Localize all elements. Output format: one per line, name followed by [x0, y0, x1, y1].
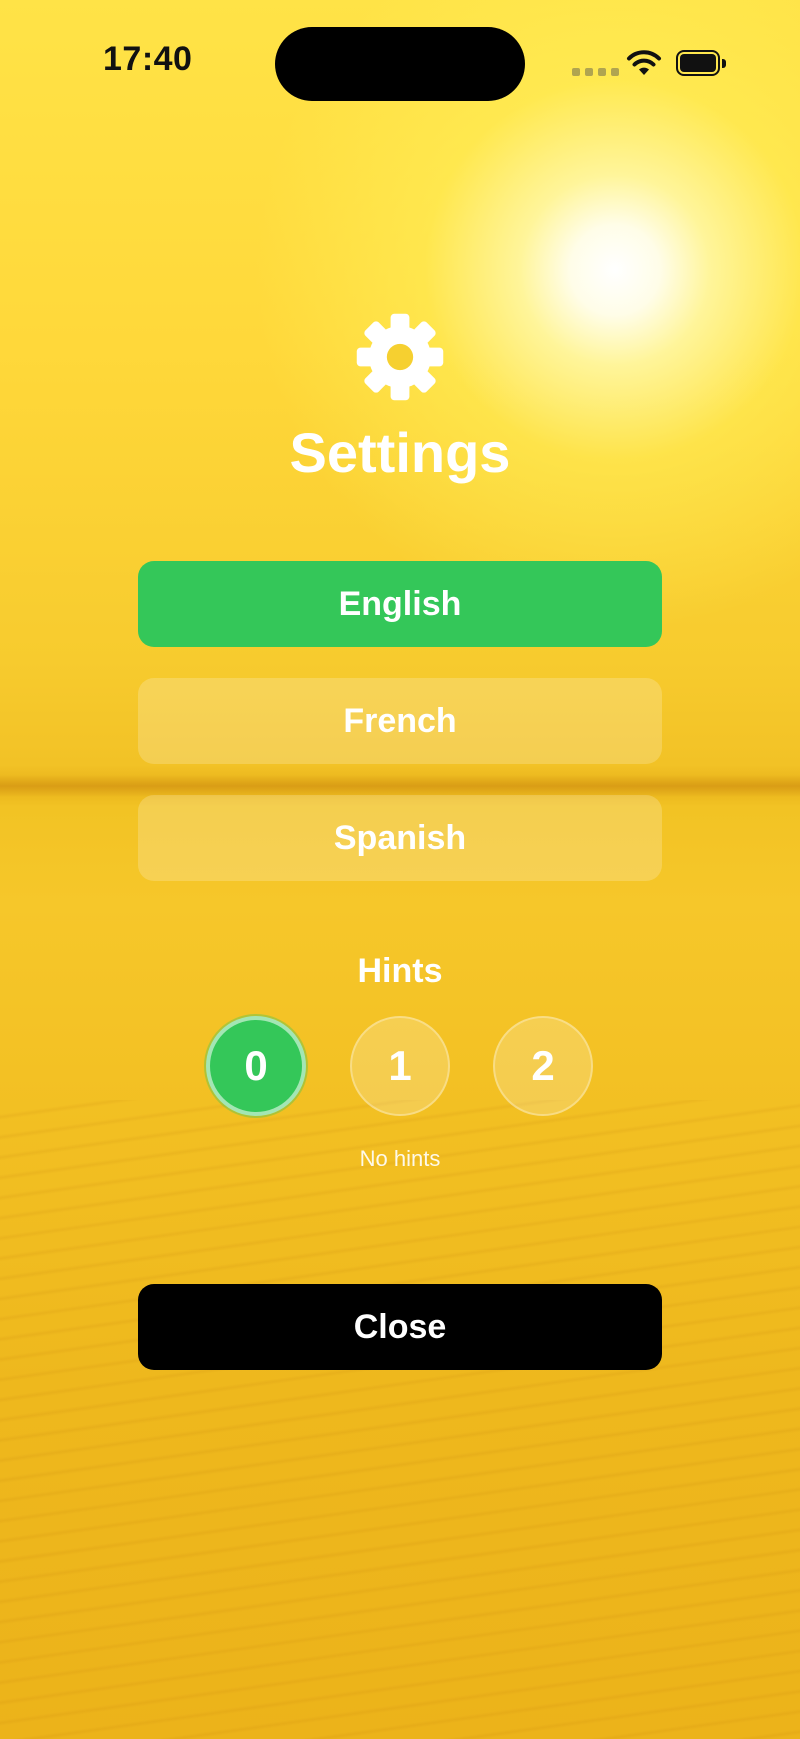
- language-option-spanish[interactable]: Spanish: [138, 795, 662, 881]
- status-time: 17:40: [103, 40, 193, 78]
- hint-option-2[interactable]: 2: [493, 1016, 593, 1116]
- background-horizon: [0, 775, 800, 797]
- language-option-french[interactable]: French: [138, 678, 662, 764]
- dynamic-island: [275, 27, 525, 101]
- wifi-icon: [627, 50, 661, 75]
- hint-option-1[interactable]: 1: [350, 1016, 450, 1116]
- battery-icon: [676, 50, 726, 78]
- cellular-signal-icon: [572, 68, 619, 76]
- background-sand-ripples: [0, 1100, 800, 1739]
- language-option-english[interactable]: English: [138, 561, 662, 647]
- close-button[interactable]: Close: [138, 1284, 662, 1370]
- settings-screen: 17:40 Settings English French Spanish Hi…: [0, 0, 800, 1739]
- page-title: Settings: [289, 421, 511, 484]
- hints-label: Hints: [357, 952, 443, 990]
- gear-icon: [356, 313, 444, 401]
- hint-description: No hints: [359, 1146, 441, 1171]
- hint-option-0[interactable]: 0: [206, 1016, 306, 1116]
